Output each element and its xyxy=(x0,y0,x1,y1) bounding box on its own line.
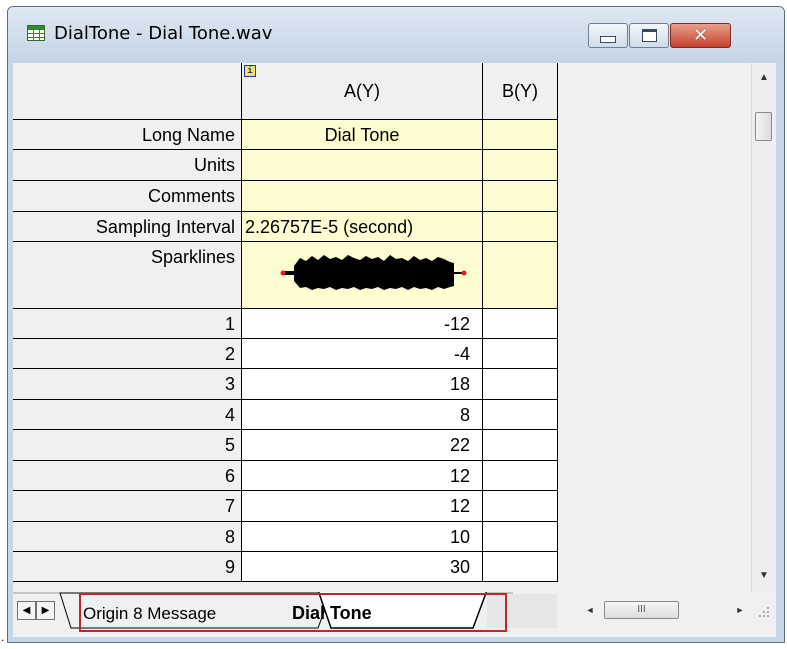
scroll-right-arrow-icon[interactable]: ► xyxy=(730,599,750,621)
row-number[interactable]: 8 xyxy=(13,522,242,552)
row-label-sparklines[interactable]: Sparklines xyxy=(13,242,242,309)
row-number[interactable]: 2 xyxy=(13,339,242,369)
corner-cell[interactable] xyxy=(13,63,242,120)
data-cell-a[interactable]: 12 xyxy=(242,491,483,522)
data-cell-b[interactable] xyxy=(483,369,558,400)
column-header-a[interactable]: i A(Y) xyxy=(242,63,483,120)
title-bar[interactable]: DialTone - Dial Tone.wav ✕ xyxy=(8,7,784,63)
scroll-left-arrow-icon[interactable]: ◄ xyxy=(580,599,600,621)
row-number[interactable]: 4 xyxy=(13,400,242,430)
data-cell-a[interactable]: 10 xyxy=(242,522,483,552)
row-number[interactable]: 9 xyxy=(13,552,242,582)
comments-b-cell[interactable] xyxy=(483,181,558,212)
scroll-down-arrow-icon[interactable]: ▼ xyxy=(752,561,776,591)
data-cell-b[interactable] xyxy=(483,461,558,491)
row-label-units[interactable]: Units xyxy=(13,150,242,181)
row-label-comments[interactable]: Comments xyxy=(13,181,242,212)
data-cell-b[interactable] xyxy=(483,522,558,552)
row-label-sampling-interval[interactable]: Sampling Interval xyxy=(13,212,242,242)
close-button[interactable]: ✕ xyxy=(670,23,731,48)
sparkline-end-point xyxy=(461,270,467,276)
sheet-tab-bar: ◀ ▶ Origin 8 Message Dial Tone ◄ III ► xyxy=(13,591,776,637)
data-cell-a[interactable]: 8 xyxy=(242,400,483,430)
sparkline-b-cell[interactable] xyxy=(483,242,558,309)
data-cell-a[interactable]: 22 xyxy=(242,430,483,461)
data-cell-b[interactable] xyxy=(483,552,558,582)
worksheet-window: DialTone - Dial Tone.wav ✕ i A(Y) B(Y) L… xyxy=(7,6,785,643)
data-cell-b[interactable] xyxy=(483,400,558,430)
row-number[interactable]: 5 xyxy=(13,430,242,461)
data-cell-b[interactable] xyxy=(483,339,558,369)
horizontal-scrollbar[interactable]: ◄ III ► xyxy=(580,599,750,621)
data-cell-a[interactable]: 18 xyxy=(242,369,483,400)
data-cell-a[interactable]: 12 xyxy=(242,461,483,491)
sparkline-start-point xyxy=(280,270,286,276)
minimize-button[interactable] xyxy=(588,23,628,48)
sparkline-waveform xyxy=(294,255,454,290)
units-b-cell[interactable] xyxy=(483,150,558,181)
data-cell-a[interactable]: -4 xyxy=(242,339,483,369)
resize-grip-icon[interactable] xyxy=(755,603,771,619)
row-number[interactable]: 7 xyxy=(13,491,242,522)
row-label-long-name[interactable]: Long Name xyxy=(13,120,242,150)
data-cell-b[interactable] xyxy=(483,430,558,461)
long-name-b-cell[interactable] xyxy=(483,120,558,150)
row-number[interactable]: 6 xyxy=(13,461,242,491)
vertical-scroll-thumb[interactable] xyxy=(755,112,772,141)
sampling-interval-b-cell[interactable] xyxy=(483,212,558,242)
comments-a-cell[interactable] xyxy=(242,181,483,212)
scroll-up-arrow-icon[interactable]: ▲ xyxy=(752,63,776,93)
sampling-interval-a-cell[interactable]: 2.26757E-5 (second) xyxy=(242,212,483,242)
close-icon: ✕ xyxy=(692,24,709,46)
units-a-cell[interactable] xyxy=(242,150,483,181)
info-icon[interactable]: i xyxy=(244,65,256,77)
maximize-button[interactable] xyxy=(629,23,669,48)
maximize-icon xyxy=(641,29,657,42)
data-cell-a[interactable]: -12 xyxy=(242,309,483,339)
column-header-b[interactable]: B(Y) xyxy=(483,63,558,120)
row-number[interactable]: 3 xyxy=(13,369,242,400)
row-number[interactable]: 1 xyxy=(13,309,242,339)
column-header-a-label: A(Y) xyxy=(344,81,380,101)
worksheet-icon[interactable] xyxy=(27,25,45,41)
data-cell-a[interactable]: 30 xyxy=(242,552,483,582)
column-header-b-label: B(Y) xyxy=(502,81,538,101)
window-title: DialTone - Dial Tone.wav xyxy=(54,23,273,44)
horizontal-scroll-thumb[interactable]: III xyxy=(604,601,679,619)
minimize-icon xyxy=(600,36,616,43)
worksheet-client: i A(Y) B(Y) Long Name Dial Tone Units Co… xyxy=(13,63,776,637)
long-name-a-cell[interactable]: Dial Tone xyxy=(242,120,483,150)
sparkline-a-cell[interactable] xyxy=(242,242,483,309)
worksheet-grid[interactable]: i A(Y) B(Y) Long Name Dial Tone Units Co… xyxy=(13,63,751,591)
data-cell-b[interactable] xyxy=(483,491,558,522)
sparkline xyxy=(280,255,467,290)
vertical-scrollbar[interactable]: ▲ ▼ xyxy=(751,63,776,591)
tabs-highlight-box xyxy=(79,593,507,632)
data-cell-b[interactable] xyxy=(483,309,558,339)
stray-dot: . xyxy=(1,630,5,644)
